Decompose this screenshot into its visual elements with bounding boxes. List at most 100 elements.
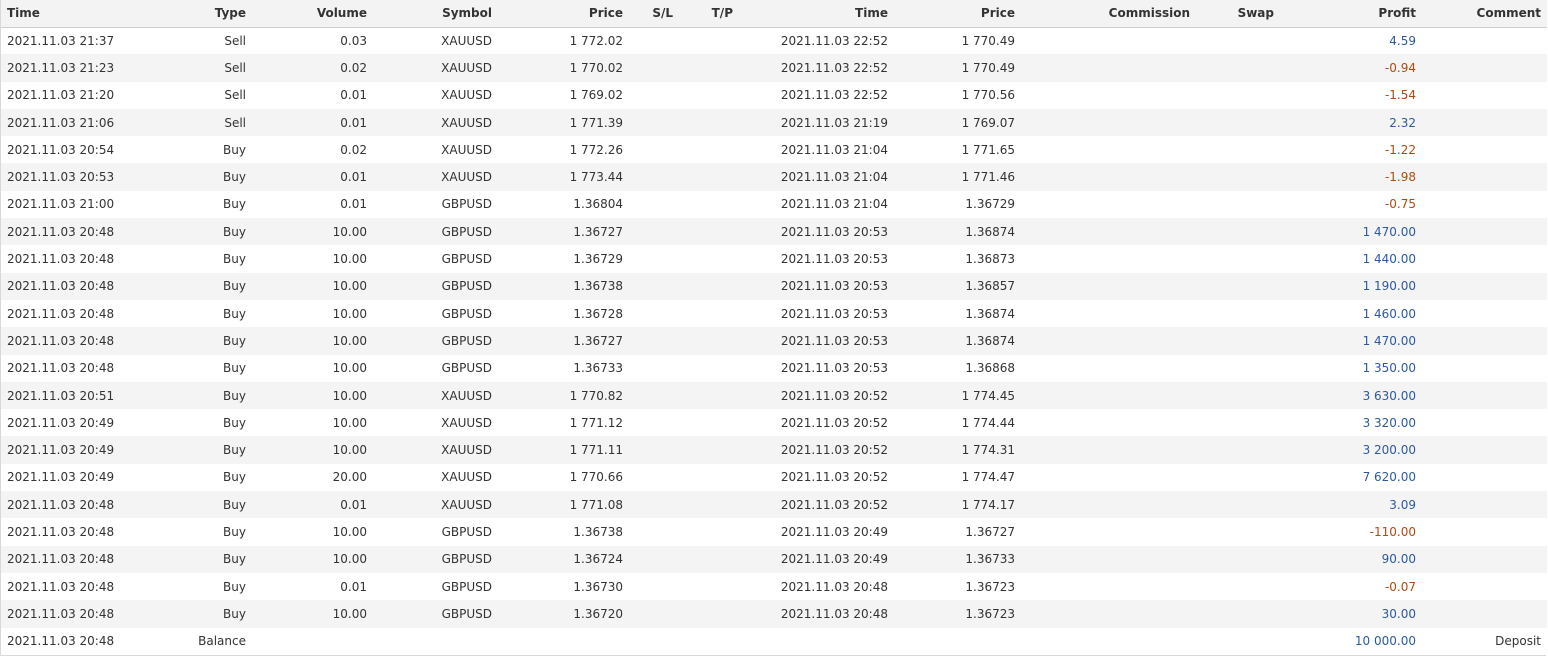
table-row[interactable]: 2021.11.03 21:00 Buy 0.01 GBPUSD 1.36804 2021… — [1, 190, 1547, 219]
stop-loss-cell — [629, 82, 679, 109]
profit-cell: 4.59 — [1389, 33, 1416, 48]
take-profit-cell — [679, 109, 739, 136]
volume-cell: 0.01 — [340, 170, 367, 185]
profit-cell: -1.54 — [1384, 88, 1416, 103]
swap-cell — [1196, 409, 1280, 436]
table-row[interactable]: 2021.11.03 20:48 Buy 10.00 GBPUSD 1.36727 202… — [1, 218, 1547, 246]
col-header-volume[interactable]: Volume — [252, 0, 373, 28]
close-time-cell: 2021.11.03 20:53 — [780, 252, 888, 267]
stop-loss-cell — [629, 327, 679, 354]
close-price-cell: 1.36729 — [965, 197, 1015, 212]
table-row[interactable]: 2021.11.03 20:48 Buy 10.00 GBPUSD 1.36727 202… — [1, 327, 1547, 355]
table-row[interactable]: 2021.11.03 20:49 Buy 10.00 XAUUSD 1 771.12 20… — [1, 409, 1547, 437]
table-row[interactable]: 2021.11.03 20:48 Buy 10.00 GBPUSD 1.36729 202… — [1, 245, 1547, 273]
profit-cell: 1 460.00 — [1362, 306, 1416, 321]
comment-cell — [1422, 191, 1547, 218]
col-header-open-time[interactable]: Time — [1, 0, 161, 28]
close-time-cell: 2021.11.03 20:53 — [780, 279, 888, 294]
swap-cell — [1196, 327, 1280, 354]
col-header-comment[interactable]: Comment — [1422, 0, 1547, 28]
table-row[interactable]: 2021.11.03 20:48 Buy 10.00 GBPUSD 1.36738 202… — [1, 518, 1547, 546]
col-header-open-price[interactable]: Price — [498, 0, 629, 28]
open-time-cell: 2021.11.03 21:23 — [7, 60, 115, 75]
col-header-close-price[interactable]: Price — [894, 0, 1021, 28]
type-cell: Buy — [223, 552, 246, 567]
symbol-cell: GBPUSD — [441, 252, 492, 267]
comment-cell — [1422, 600, 1547, 627]
comment-cell — [1422, 218, 1547, 245]
table-row[interactable]: 2021.11.03 20:48 Buy 10.00 GBPUSD 1.36728 202… — [1, 299, 1547, 328]
open-time-cell: 2021.11.03 20:49 — [7, 470, 115, 485]
close-time-cell: 2021.11.03 20:48 — [780, 606, 888, 621]
close-price-cell: 1 774.31 — [961, 443, 1015, 458]
symbol-cell: XAUUSD — [441, 60, 492, 75]
stop-loss-cell — [629, 491, 679, 518]
symbol-cell: XAUUSD — [441, 88, 492, 103]
swap-cell — [1196, 218, 1280, 245]
col-header-type[interactable]: Type — [161, 0, 252, 28]
stop-loss-cell — [629, 218, 679, 245]
stop-loss-cell — [629, 109, 679, 136]
stop-loss-cell — [629, 409, 679, 436]
volume-cell: 0.01 — [340, 579, 367, 594]
table-row[interactable]: 2021.11.03 20:48 Buy 0.01 GBPUSD 1.36730 2021… — [1, 572, 1547, 601]
take-profit-cell — [679, 518, 739, 545]
col-header-profit[interactable]: Profit — [1280, 0, 1422, 28]
table-row[interactable]: 2021.11.03 20:48 Buy 10.00 GBPUSD 1.36724 202… — [1, 545, 1547, 573]
close-time-cell: 2021.11.03 20:52 — [780, 470, 888, 485]
col-header-close-time[interactable]: Time — [739, 0, 894, 28]
close-price-cell: 1.36868 — [965, 361, 1015, 376]
open-time-cell: 2021.11.03 20:48 — [7, 579, 115, 594]
col-header-symbol[interactable]: Symbol — [373, 0, 498, 28]
take-profit-cell — [679, 163, 739, 190]
table-row[interactable]: 2021.11.03 20:48 Buy 0.01 XAUUSD 1 771.08 202… — [1, 491, 1547, 519]
profit-cell: 1 350.00 — [1362, 361, 1416, 376]
symbol-cell: GBPUSD — [441, 306, 492, 321]
close-time-cell — [739, 628, 894, 655]
profit-cell: 2.32 — [1389, 115, 1416, 130]
col-header-swap[interactable]: Swap — [1196, 0, 1280, 28]
table-row[interactable]: 2021.11.03 20:51 Buy 10.00 XAUUSD 1 770.82 20… — [1, 381, 1547, 410]
stop-loss-cell — [629, 355, 679, 382]
table-row[interactable]: 2021.11.03 20:48 Buy 10.00 GBPUSD 1.36738 202… — [1, 272, 1547, 300]
type-cell: Buy — [223, 497, 246, 512]
symbol-cell: GBPUSD — [441, 333, 492, 348]
take-profit-cell — [679, 382, 739, 409]
comment-cell — [1422, 546, 1547, 573]
table-row[interactable]: 2021.11.03 20:48 Buy 10.00 GBPUSD 1.36733 202… — [1, 354, 1547, 382]
profit-cell: 1 470.00 — [1362, 333, 1416, 348]
table-row[interactable]: 2021.11.03 21:37 Sell 0.03 XAUUSD 1 772.02 20… — [1, 27, 1547, 55]
symbol-cell: XAUUSD — [441, 443, 492, 458]
open-time-cell: 2021.11.03 20:48 — [7, 634, 115, 649]
balance-row[interactable]: 2021.11.03 20:48 Balance 10 000.00 Deposit — [1, 627, 1547, 655]
table-row[interactable]: 2021.11.03 21:23 Sell 0.02 XAUUSD 1 770.02 20… — [1, 54, 1547, 82]
table-row[interactable]: 2021.11.03 21:06 Sell 0.01 XAUUSD 1 771.39 20… — [1, 108, 1547, 137]
table-row[interactable]: 2021.11.03 20:49 Buy 10.00 XAUUSD 1 771.11 20… — [1, 436, 1547, 464]
table-row[interactable]: 2021.11.03 21:20 Sell 0.01 XAUUSD 1 769.02 20… — [1, 81, 1547, 109]
close-price-cell: 1.36733 — [965, 552, 1015, 567]
open-time-cell: 2021.11.03 20:48 — [7, 224, 115, 239]
close-price-cell — [894, 628, 1021, 655]
col-header-stop-loss[interactable]: S/L — [629, 0, 679, 28]
open-time-cell: 2021.11.03 20:48 — [7, 361, 115, 376]
comment-cell — [1422, 163, 1547, 190]
table-row[interactable]: 2021.11.03 20:49 Buy 20.00 XAUUSD 1 770.66 20… — [1, 463, 1547, 492]
table-row[interactable]: 2021.11.03 20:48 Buy 10.00 GBPUSD 1.36720 202… — [1, 600, 1547, 628]
col-header-take-profit[interactable]: T/P — [679, 0, 739, 28]
swap-cell — [1196, 136, 1280, 163]
col-header-commission[interactable]: Commission — [1021, 0, 1196, 28]
profit-cell: -0.75 — [1384, 197, 1416, 212]
open-price-cell: 1.36733 — [573, 361, 623, 376]
type-cell: Buy — [223, 361, 246, 376]
open-price-cell: 1 770.02 — [569, 60, 623, 75]
stop-loss-cell — [629, 245, 679, 272]
take-profit-cell — [679, 355, 739, 382]
comment-cell — [1422, 355, 1547, 382]
table-row[interactable]: 2021.11.03 20:53 Buy 0.01 XAUUSD 1 773.44 202… — [1, 163, 1547, 191]
open-price-cell: 1.36727 — [573, 333, 623, 348]
type-cell: Buy — [223, 470, 246, 485]
take-profit-cell — [679, 628, 739, 655]
profit-cell: 10 000.00 — [1354, 634, 1416, 649]
table-row[interactable]: 2021.11.03 20:54 Buy 0.02 XAUUSD 1 772.26 202… — [1, 136, 1547, 164]
symbol-cell: XAUUSD — [441, 388, 492, 403]
